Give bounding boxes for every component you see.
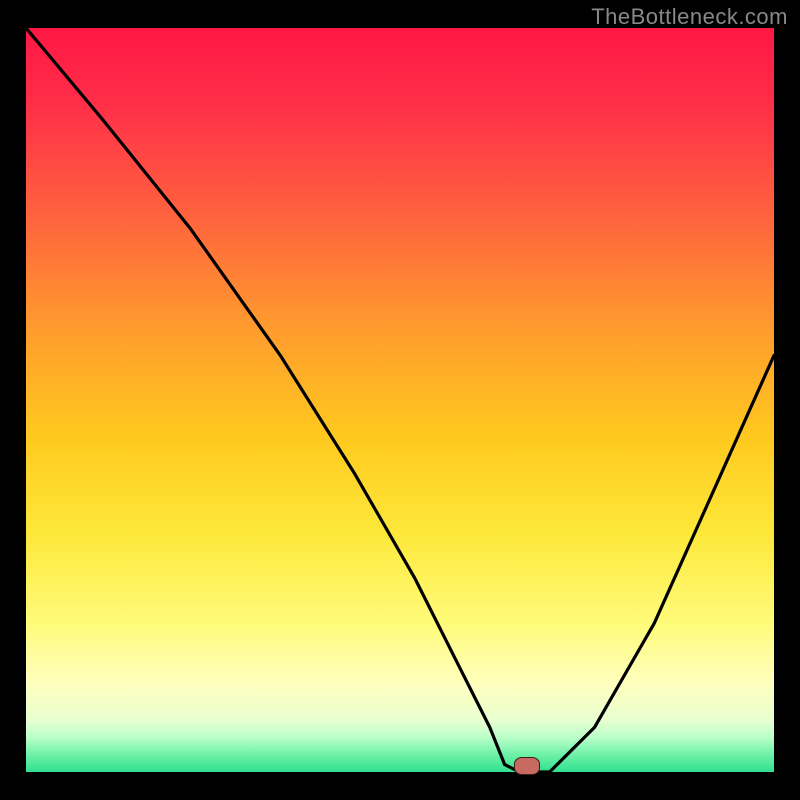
- watermark-text: TheBottleneck.com: [591, 4, 788, 30]
- gradient-rect: [26, 28, 774, 772]
- plot-background: [26, 28, 774, 772]
- optimal-point-marker: [514, 757, 540, 775]
- chart-container: TheBottleneck.com: [0, 0, 800, 800]
